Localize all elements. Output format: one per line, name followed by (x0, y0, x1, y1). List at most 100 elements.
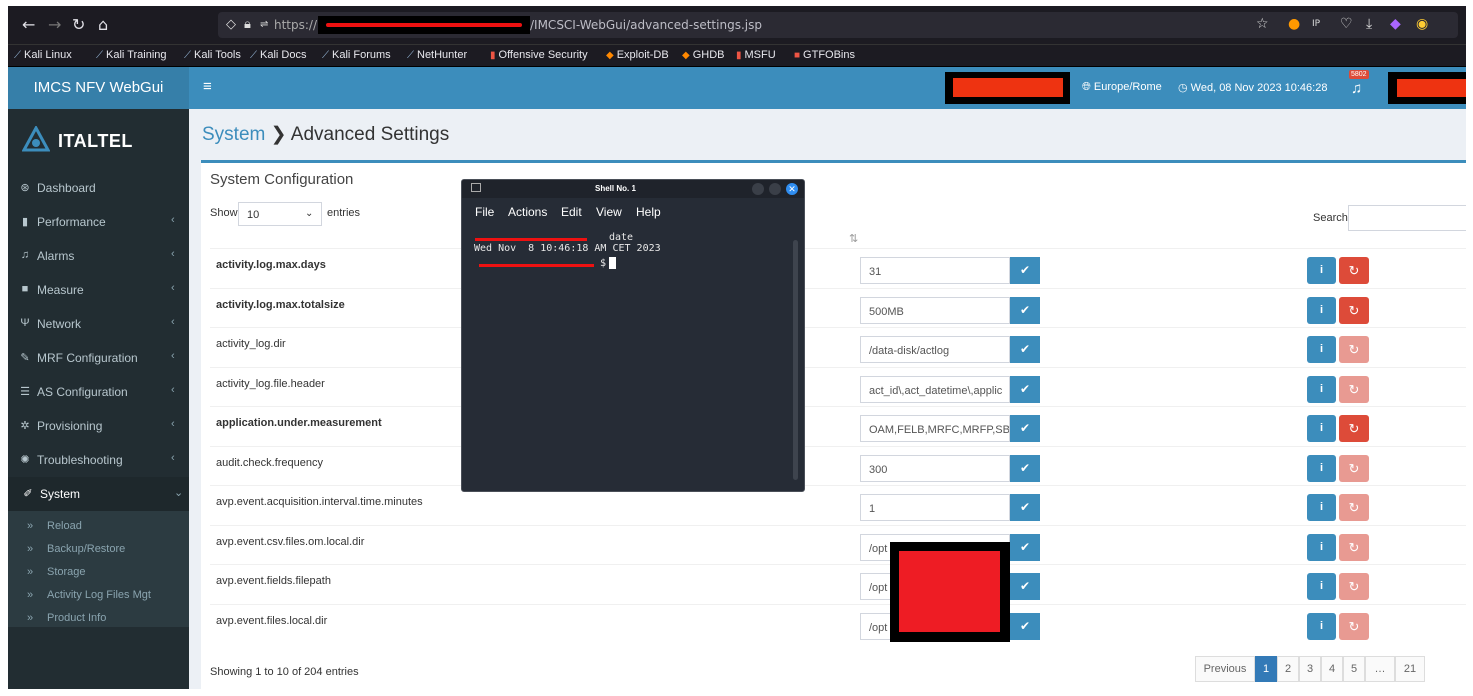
bookmark-ghdb[interactable]: ◆ GHDB (682, 49, 724, 61)
maximize-icon[interactable] (769, 183, 781, 195)
app-logo[interactable]: IMCS NFV WebGui (8, 67, 189, 109)
downloads-icon[interactable]: ⤓ (1366, 16, 1372, 32)
save-button[interactable]: ✔ (1010, 454, 1040, 482)
reset-icon[interactable]: ↻ (1339, 415, 1369, 442)
setting-value-input[interactable]: 31 (860, 257, 1010, 284)
sidebar-item-provisioning[interactable]: ✲ Provisioning ‹ (8, 409, 189, 443)
bookmark-kali-forums[interactable]: ⟋ Kali Forums (322, 49, 391, 61)
close-icon[interactable]: ✕ (786, 183, 798, 195)
bookmark-exploit-db[interactable]: ◆ Exploit-DB (606, 49, 669, 61)
entries-length-select[interactable]: 10 ⌄ (238, 202, 322, 226)
terminal-menu-view[interactable]: View (596, 205, 622, 219)
info-icon[interactable]: i (1307, 533, 1336, 561)
bookmark-kali-linux[interactable]: ⟋ Kali Linux (14, 49, 72, 61)
setting-value-input[interactable]: 1 (860, 494, 1010, 521)
pocket-icon[interactable]: ♡ (1340, 16, 1353, 32)
info-icon[interactable]: i (1307, 415, 1336, 442)
page-button[interactable]: 2 (1277, 656, 1299, 682)
breadcrumb-system[interactable]: System (202, 124, 265, 145)
submenu-item-reload[interactable]: » Reload (8, 515, 189, 538)
sidebar-toggle-icon[interactable]: ≡ (203, 78, 212, 95)
page-button[interactable]: 21 (1395, 656, 1425, 682)
setting-value-input[interactable]: OAM,FELB,MRFC,MRFP,SBC (860, 415, 1010, 442)
terminal-window[interactable]: Shell No. 1 ✕ File Actions Edit View Hel… (461, 179, 805, 492)
info-icon[interactable]: i (1307, 573, 1336, 600)
setting-value-input[interactable]: 500MB (860, 296, 1010, 324)
terminal-titlebar[interactable]: Shell No. 1 ✕ (462, 180, 804, 198)
save-button[interactable]: ✔ (1010, 375, 1040, 403)
save-button[interactable]: ✔ (1010, 533, 1040, 561)
lock-icon[interactable]: 🔒︎ (244, 17, 251, 32)
reset-icon[interactable]: ↻ (1339, 494, 1369, 521)
forward-icon[interactable]: → (48, 15, 61, 34)
info-icon[interactable]: i (1307, 296, 1336, 324)
save-button[interactable]: ✔ (1010, 257, 1040, 284)
sidebar-item-system[interactable]: ✐ System ⌄ (8, 477, 189, 511)
extension-cookie-icon[interactable]: ● (1288, 16, 1300, 32)
extension-ip-icon[interactable]: IP (1312, 19, 1320, 29)
save-button[interactable]: ✔ (1010, 612, 1040, 640)
reset-icon[interactable]: ↻ (1339, 296, 1369, 324)
bookmark-kali-tools[interactable]: ⟋ Kali Tools (184, 49, 241, 61)
page-button[interactable]: 5 (1343, 656, 1365, 682)
sidebar-item-troubleshooting[interactable]: ✺ Troubleshooting ‹ (8, 443, 189, 477)
extension-pro-icon[interactable]: ◉ (1416, 16, 1428, 32)
permissions-icon[interactable]: ⇌ (260, 19, 268, 30)
save-button[interactable]: ✔ (1010, 573, 1040, 600)
bookmark-star-icon[interactable]: ☆ (1256, 16, 1269, 32)
submenu-item-storage[interactable]: » Storage (8, 561, 189, 584)
minimize-icon[interactable] (752, 183, 764, 195)
reset-icon[interactable]: ↻ (1339, 257, 1369, 284)
terminal-menu-help[interactable]: Help (636, 205, 661, 219)
sidebar-item-as-configuration[interactable]: ☰ AS Configuration ‹ (8, 375, 189, 409)
info-icon[interactable]: i (1307, 612, 1336, 640)
reset-icon[interactable]: ↻ (1339, 573, 1369, 600)
reset-icon[interactable]: ↻ (1339, 533, 1369, 561)
bookmark-kali-training[interactable]: ⟋ Kali Training (96, 49, 167, 61)
extension-badge-icon[interactable]: ◆ (1390, 16, 1401, 32)
terminal-scrollbar[interactable] (793, 240, 798, 480)
reset-icon[interactable]: ↻ (1339, 454, 1369, 482)
terminal-menu-edit[interactable]: Edit (561, 205, 582, 219)
back-icon[interactable]: ← (22, 15, 35, 34)
sidebar-item-mrf-configuration[interactable]: ✎ MRF Configuration ‹ (8, 341, 189, 375)
bookmark-kali-docs[interactable]: ⟋ Kali Docs (250, 49, 306, 61)
terminal-menu-file[interactable]: File (475, 205, 494, 219)
submenu-item-product-info[interactable]: » Product Info (8, 607, 189, 630)
sort-icon[interactable]: ⇅ (849, 232, 858, 245)
info-icon[interactable]: i (1307, 454, 1336, 482)
sidebar-item-network[interactable]: Ψ Network ‹ (8, 307, 189, 341)
bookmark-gtfobins[interactable]: ■ GTFOBins (794, 49, 855, 61)
submenu-item-backup-restore[interactable]: » Backup/Restore (8, 538, 189, 561)
setting-value-input[interactable]: /data-disk/actlog (860, 336, 1010, 363)
bell-icon[interactable]: ♫ (1351, 80, 1362, 97)
terminal-output[interactable]: date Wed Nov 8 10:46:18 AM CET 2023 $ (462, 230, 792, 490)
timezone-label[interactable]: 🌐︎ Europe/Rome (1082, 81, 1162, 94)
info-icon[interactable]: i (1307, 336, 1336, 363)
terminal-menu-actions[interactable]: Actions (508, 205, 547, 219)
page-button[interactable]: 1 (1255, 656, 1277, 682)
setting-value-input[interactable]: 300 (860, 454, 1010, 482)
bookmark-nethunter[interactable]: ⟋ NetHunter (407, 49, 467, 61)
home-icon[interactable]: ⌂ (98, 15, 108, 34)
shield-icon[interactable]: ◇ (226, 17, 236, 32)
sidebar-item-measure[interactable]: ■ Measure ‹ (8, 273, 189, 307)
setting-value-input[interactable]: act_id\,act_datetime\,applic (860, 375, 1010, 403)
reset-icon[interactable]: ↻ (1339, 612, 1369, 640)
save-button[interactable]: ✔ (1010, 415, 1040, 442)
previous-page-button[interactable]: Previous (1195, 656, 1255, 682)
save-button[interactable]: ✔ (1010, 494, 1040, 521)
sidebar-item-alarms[interactable]: ♫ Alarms ‹ (8, 239, 189, 273)
page-button[interactable]: … (1365, 656, 1395, 682)
search-input[interactable] (1348, 205, 1466, 231)
reset-icon[interactable]: ↻ (1339, 336, 1369, 363)
url-bar[interactable]: ◇ 🔒︎ ⇌ https:// /IMCSCI-WebGui/advanced-… (218, 12, 1458, 38)
page-button[interactable]: 3 (1299, 656, 1321, 682)
reload-icon[interactable]: ↻ (72, 15, 85, 34)
save-button[interactable]: ✔ (1010, 296, 1040, 324)
info-icon[interactable]: i (1307, 494, 1336, 521)
page-button[interactable]: 4 (1321, 656, 1343, 682)
bookmark-msfu[interactable]: ▮ MSFU (736, 49, 776, 61)
info-icon[interactable]: i (1307, 257, 1336, 284)
save-button[interactable]: ✔ (1010, 336, 1040, 363)
